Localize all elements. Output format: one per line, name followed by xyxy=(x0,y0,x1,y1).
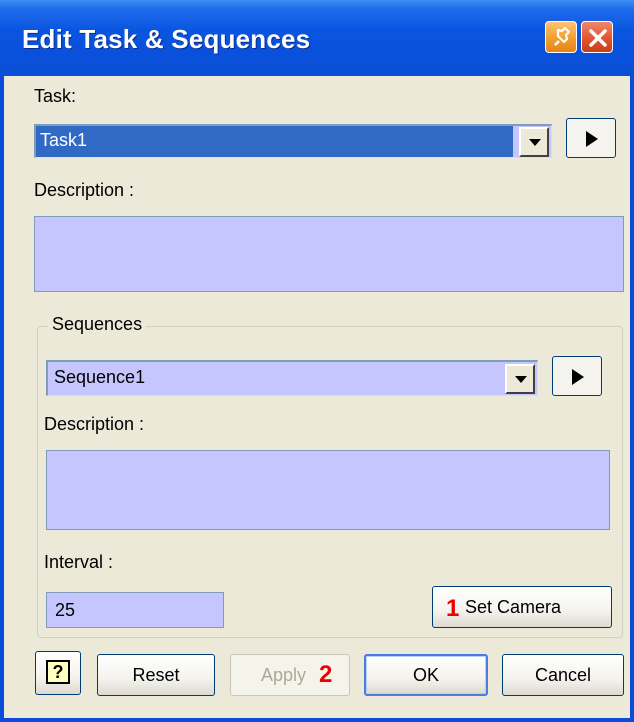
pin-icon xyxy=(554,26,571,46)
task-label: Task: xyxy=(34,86,77,106)
apply-label: Apply xyxy=(261,665,307,685)
sequence-description-label: Description : xyxy=(44,414,145,434)
task-dropdown-button[interactable] xyxy=(519,127,549,157)
play-icon xyxy=(586,131,598,147)
task-description-label: Description : xyxy=(34,180,135,200)
help-icon: ? xyxy=(46,660,70,684)
ok-label: OK xyxy=(412,665,439,685)
reset-button[interactable]: Reset xyxy=(97,654,215,696)
cancel-button[interactable]: Cancel xyxy=(502,654,624,696)
sequences-group-label: Sequences xyxy=(48,314,147,335)
pin-button[interactable] xyxy=(545,21,577,53)
annotation-marker-2: 2 xyxy=(319,661,333,688)
chevron-down-icon xyxy=(529,139,541,146)
title-bar[interactable]: Edit Task & Sequences xyxy=(0,0,634,76)
chevron-down-icon xyxy=(515,376,527,383)
apply-button[interactable]: Apply 2 xyxy=(230,654,350,696)
sequence-description-field[interactable] xyxy=(46,450,610,530)
edit-task-sequences-dialog: Edit Task & Sequences Task: Task1 Descri… xyxy=(0,0,634,722)
reset-label: Reset xyxy=(132,665,180,685)
interval-field-value: 25 xyxy=(55,600,76,620)
sequence-play-button[interactable] xyxy=(552,356,602,396)
set-camera-label: Set Camera xyxy=(465,597,562,617)
close-icon xyxy=(589,29,607,47)
sequence-dropdown-button[interactable] xyxy=(505,364,535,394)
task-combobox[interactable]: Task1 xyxy=(34,124,552,158)
play-icon xyxy=(572,369,584,385)
annotation-marker-1: 1 xyxy=(446,595,460,622)
task-play-button[interactable] xyxy=(566,118,616,158)
help-button[interactable]: ? xyxy=(35,651,81,695)
cancel-label: Cancel xyxy=(534,665,592,685)
interval-field[interactable]: 25 xyxy=(46,592,224,628)
ok-button[interactable]: OK xyxy=(364,654,488,696)
window-title: Edit Task & Sequences xyxy=(22,24,311,54)
interval-label: Interval : xyxy=(44,552,114,572)
sequence-combobox-value: Sequence1 xyxy=(54,367,146,387)
task-combobox-value: Task1 xyxy=(36,126,513,157)
sequence-combobox[interactable]: Sequence1 xyxy=(46,360,538,396)
close-button[interactable] xyxy=(581,21,613,53)
set-camera-button[interactable]: 1 Set Camera xyxy=(432,586,612,628)
task-description-field[interactable] xyxy=(34,216,624,292)
